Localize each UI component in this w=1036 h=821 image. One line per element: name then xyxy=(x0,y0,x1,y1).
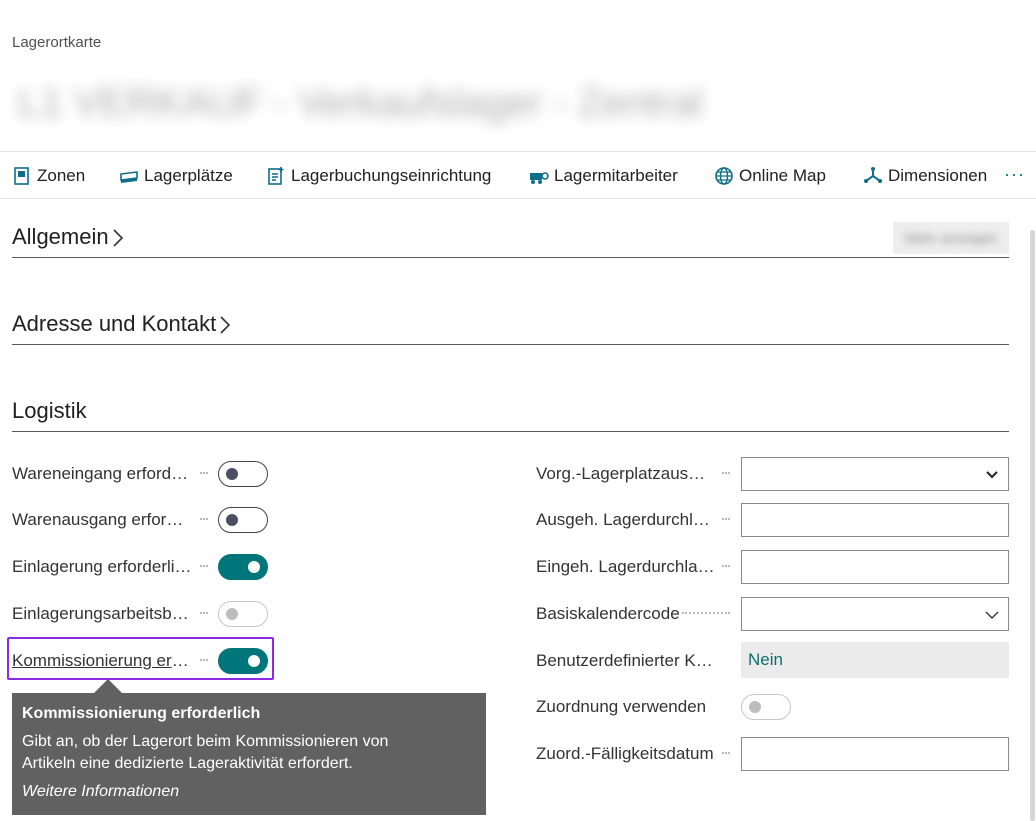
zones-action[interactable]: Zonen xyxy=(12,152,85,200)
posting-setup-icon xyxy=(268,167,284,185)
field-outbound-handling-time: Ausgeh. Lagerdurchlaufzeit xyxy=(536,503,736,537)
section-address-header[interactable]: Adresse und Kontakt xyxy=(12,311,1009,345)
dimensions-label: Dimensionen xyxy=(888,166,988,185)
field-label[interactable]: Warenausgang erforderlich xyxy=(12,503,192,537)
field-label[interactable]: Zuord.-Fälligkeitsdatum xyxy=(536,737,716,771)
bins-icon xyxy=(120,171,138,183)
field-leader-dots xyxy=(200,472,208,474)
receipt-required-toggle[interactable] xyxy=(218,461,268,487)
tooltip-body: Gibt an, ob der Lagerort beim Kommission… xyxy=(22,733,389,772)
putaway-required-toggle[interactable] xyxy=(218,554,268,580)
section-general-title: Allgemein xyxy=(12,224,109,249)
toggle-knob xyxy=(749,701,761,713)
chevron-right-icon xyxy=(113,229,123,247)
page-title: L1 VERKAUF - Verkaufslager - Zentral xyxy=(18,81,703,125)
field-putaway-worksheet: Einlagerungsarbeitsblatt verwenden xyxy=(12,597,272,631)
field-use-cross-docking: Zuordnung verwenden xyxy=(536,690,736,724)
field-label[interactable]: Benutzerdefinierter Kalender xyxy=(536,644,716,678)
focus-outline xyxy=(7,637,274,680)
online-map-action[interactable]: Online Map xyxy=(714,152,826,200)
toggle-knob xyxy=(226,608,238,620)
action-bar: Zonen Lagerplätze Lagerbuchungseinrichtu… xyxy=(0,151,1036,199)
dimensions-icon xyxy=(864,167,882,183)
toggle-knob xyxy=(248,561,260,573)
field-leader-dots xyxy=(200,565,208,567)
globe-icon xyxy=(715,167,733,185)
section-general-header[interactable]: Allgemein xyxy=(12,224,1009,258)
employees-action[interactable]: Lagermitarbeiter xyxy=(529,152,678,200)
field-leader-dots xyxy=(200,612,208,614)
field-label[interactable]: Ausgeh. Lagerdurchlaufzeit xyxy=(536,503,716,537)
section-logistics-header[interactable]: Logistik xyxy=(12,398,1009,432)
field-cross-dock-due-date: Zuord.-Fälligkeitsdatum xyxy=(536,737,736,771)
field-label[interactable]: Wareneingang erforderlich xyxy=(12,457,192,491)
chevron-down-icon xyxy=(985,611,999,619)
use-cross-docking-toggle[interactable] xyxy=(741,694,791,720)
posting-setup-label: Lagerbuchungseinrichtung xyxy=(291,166,492,185)
show-more-label: Mehr anzeigen xyxy=(904,230,998,246)
field-tooltip: Kommissionierung erforderlich Gibt an, o… xyxy=(12,679,486,815)
field-leader-dots xyxy=(722,565,730,567)
field-shipment-required: Warenausgang erforderlich xyxy=(12,503,272,537)
tooltip-title: Kommissionierung erforderlich xyxy=(22,705,261,722)
bins-action[interactable]: Lagerplätze xyxy=(119,152,233,200)
posting-setup-action[interactable]: Lagerbuchungseinrichtung xyxy=(266,152,491,200)
dimensions-action[interactable]: Dimensionen xyxy=(863,152,987,200)
field-leader-dots xyxy=(200,518,208,520)
tooltip-learn-more-link[interactable]: Weitere Informationen xyxy=(22,783,476,801)
field-leader-dots xyxy=(722,472,730,474)
toggle-knob xyxy=(226,468,238,480)
more-actions-button[interactable]: ··· xyxy=(1004,164,1025,185)
field-base-calendar-code: Basiskalendercode xyxy=(536,597,736,631)
customized-calendar-value: Nein xyxy=(741,642,1009,678)
zones-label: Zonen xyxy=(37,166,86,185)
online-map-label: Online Map xyxy=(739,166,826,185)
show-more-button[interactable]: Mehr anzeigen xyxy=(893,222,1009,254)
field-label[interactable]: Basiskalendercode xyxy=(536,597,681,631)
shipment-required-toggle[interactable] xyxy=(218,507,268,533)
chevron-down-icon xyxy=(986,471,998,479)
field-putaway-required: Einlagerung erforderlich xyxy=(12,550,272,584)
zones-icon xyxy=(14,167,29,185)
bins-label: Lagerplätze xyxy=(144,166,233,185)
field-leader-dots xyxy=(722,518,730,520)
inbound-handling-time-input[interactable] xyxy=(741,550,1009,584)
field-leader-dots xyxy=(722,752,730,754)
field-label[interactable]: Vorg.-Lagerplatzauswahl xyxy=(536,457,716,491)
section-logistics-title: Logistik xyxy=(12,398,87,423)
putaway-worksheet-toggle[interactable] xyxy=(218,601,268,627)
default-bin-selection-select[interactable] xyxy=(741,457,1009,491)
cross-dock-due-date-input[interactable] xyxy=(741,737,1009,771)
field-label[interactable]: Einlagerung erforderlich xyxy=(12,550,192,584)
field-label[interactable]: Eingeh. Lagerdurchlaufzeit xyxy=(536,550,716,584)
field-label[interactable]: Einlagerungsarbeitsblatt verwenden xyxy=(12,597,192,631)
section-address-title: Adresse und Kontakt xyxy=(12,311,217,336)
field-label[interactable]: Zuordnung verwenden xyxy=(536,690,726,724)
page-scrollbar[interactable] xyxy=(1030,230,1035,821)
employees-label: Lagermitarbeiter xyxy=(554,166,678,185)
field-customized-calendar: Benutzerdefinierter Kalender xyxy=(536,644,736,678)
field-leader-dots xyxy=(682,612,730,614)
base-calendar-code-select[interactable] xyxy=(741,597,1009,631)
employees-icon xyxy=(530,172,549,184)
page-caption: Lagerortkarte xyxy=(12,34,102,51)
chevron-right-icon xyxy=(220,316,231,334)
outbound-handling-time-input[interactable] xyxy=(741,503,1009,537)
field-receipt-required: Wareneingang erforderlich xyxy=(12,457,272,491)
field-default-bin-selection: Vorg.-Lagerplatzauswahl xyxy=(536,457,736,491)
toggle-knob xyxy=(226,514,238,526)
field-inbound-handling-time: Eingeh. Lagerdurchlaufzeit xyxy=(536,550,736,584)
